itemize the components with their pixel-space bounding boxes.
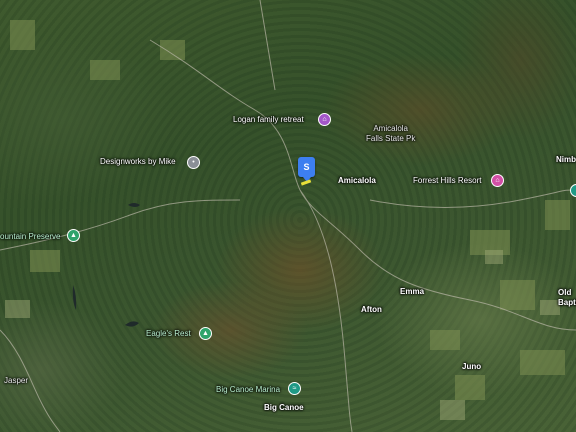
- map-terrain: [0, 0, 576, 432]
- poi-pin-logan-family-retreat[interactable]: ⌂: [318, 113, 331, 126]
- poi-label-forrest-hills-resort[interactable]: Forrest Hills Resort: [413, 176, 481, 185]
- poi-label-eagles-rest[interactable]: Eagle's Rest: [146, 329, 191, 338]
- place-label-emma: Emma: [400, 287, 425, 296]
- place-label-juno: Juno: [462, 362, 482, 371]
- place-label-old-bapti: Old Bapti: [558, 288, 576, 307]
- poi-label-big-canoe-marina[interactable]: Big Canoe Marina: [216, 385, 280, 394]
- poi-pin-designworks[interactable]: •: [187, 156, 200, 169]
- place-label-jasper: Jasper: [4, 376, 29, 385]
- poi-pin-forrest-hills-resort[interactable]: ⌂: [491, 174, 504, 187]
- map-pin-icon[interactable]: [570, 184, 576, 197]
- poi-label-amicalola-falls[interactable]: Amicalola Falls State Pk: [366, 124, 415, 144]
- poi-label-designworks[interactable]: Designworks by Mike: [100, 157, 176, 166]
- place-label-nimb: Nimb: [556, 155, 576, 164]
- tree-icon[interactable]: ▲: [67, 229, 80, 242]
- place-label-big-canoe: Big Canoe: [264, 403, 304, 412]
- tree-icon[interactable]: ▲: [199, 327, 212, 340]
- selected-location-marker[interactable]: S: [298, 157, 315, 182]
- satellite-map[interactable]: Amicalola Afton Emma Juno Big Canoe Jasp…: [0, 0, 576, 432]
- place-label-amicalola: Amicalola: [338, 176, 376, 185]
- poi-label-mountain-preserve[interactable]: ountain Preserve: [0, 232, 60, 241]
- poi-label-logan-family-retreat[interactable]: Logan family retreat: [233, 115, 304, 124]
- boat-icon[interactable]: ≈: [288, 382, 301, 395]
- place-label-afton: Afton: [361, 305, 382, 314]
